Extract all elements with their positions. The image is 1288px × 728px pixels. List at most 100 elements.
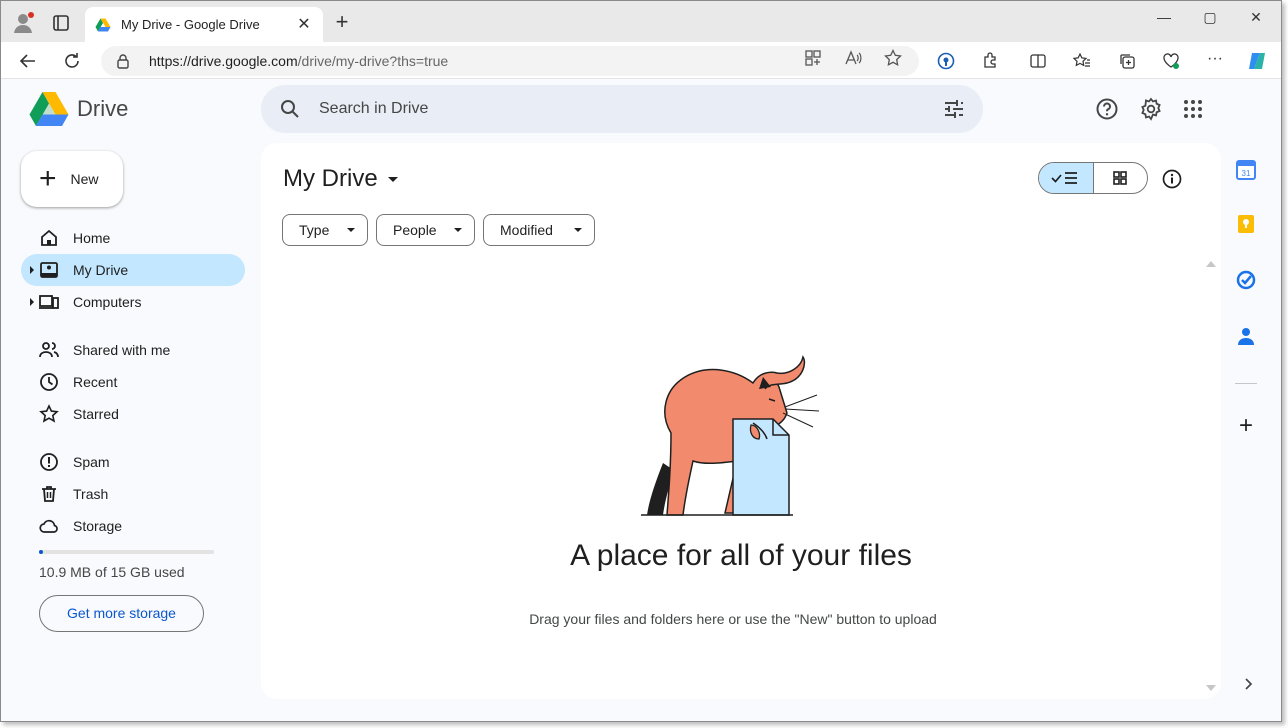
people-filter-chip[interactable]: People — [376, 214, 475, 246]
settings-gear-icon[interactable] — [1139, 97, 1163, 121]
page-title[interactable]: My Drive — [283, 165, 398, 193]
storage-usage-bar — [39, 550, 214, 554]
sidebar-item-recent[interactable]: Recent — [21, 366, 245, 398]
tab-my-drive[interactable]: My Drive - Google Drive ✕ — [85, 7, 323, 42]
view-toggle — [1038, 162, 1148, 194]
storage-usage-text: 10.9 MB of 15 GB used — [39, 564, 185, 580]
browser-essentials-icon[interactable] — [1162, 52, 1180, 70]
tab-bar: My Drive - Google Drive ✕ + — ▢ ✕ — [1, 1, 1281, 42]
svg-text:31: 31 — [1242, 169, 1251, 178]
keep-icon[interactable] — [1235, 213, 1257, 235]
expand-caret-icon[interactable] — [30, 298, 34, 306]
sidebar-item-shared-with-me[interactable]: Shared with me — [21, 334, 245, 366]
scroll-up-arrow-icon[interactable] — [1206, 261, 1216, 267]
drive-logo[interactable]: Drive — [29, 91, 128, 127]
sidebar-item-label: Starred — [73, 406, 119, 422]
modified-filter-chip[interactable]: Modified — [483, 214, 595, 246]
drive-app: Drive A + New Home My Drive — [1, 79, 1257, 721]
sidebar-item-label: Home — [73, 230, 111, 246]
people-icon — [39, 342, 59, 358]
new-button[interactable]: + New — [21, 151, 123, 207]
type-filter-chip[interactable]: Type — [282, 214, 368, 246]
check-list-icon — [1051, 172, 1077, 184]
grid-icon — [1113, 171, 1128, 185]
plus-icon: + — [39, 162, 57, 195]
scroll-down-arrow-icon[interactable] — [1206, 685, 1216, 691]
close-window-button[interactable]: ✕ — [1241, 7, 1271, 27]
page-title-text: My Drive — [283, 165, 378, 192]
info-icon[interactable] — [1161, 168, 1183, 190]
grid-view-button[interactable] — [1094, 163, 1147, 193]
help-icon[interactable] — [1095, 97, 1119, 121]
sidebar-item-label: Recent — [73, 374, 118, 390]
sidebar-item-label: Storage — [73, 518, 123, 534]
password-manager-icon[interactable] — [937, 52, 955, 70]
calendar-icon[interactable]: 31 — [1235, 159, 1257, 181]
sidebar-item-storage[interactable]: Storage — [21, 510, 245, 542]
search-icon[interactable] — [279, 98, 301, 120]
trash-icon — [42, 486, 56, 502]
sidebar-item-label: Spam — [73, 454, 110, 470]
get-more-storage-button[interactable]: Get more storage — [39, 595, 204, 632]
sidebar-item-home[interactable]: Home — [21, 222, 245, 254]
chevron-down-icon — [387, 176, 398, 182]
clock-icon — [40, 373, 58, 391]
spam-icon — [40, 453, 58, 471]
extensions-icon[interactable] — [981, 52, 999, 70]
read-aloud-icon[interactable] — [844, 49, 862, 67]
tab-actions-icon[interactable] — [49, 11, 73, 35]
my-drive-icon — [40, 262, 58, 278]
sidebar-item-label: My Drive — [73, 262, 129, 278]
contacts-icon[interactable] — [1235, 325, 1257, 347]
chevron-right-icon[interactable] — [1241, 677, 1255, 691]
search-options-icon[interactable] — [943, 98, 965, 120]
drive-favicon-icon — [95, 18, 111, 31]
back-icon[interactable] — [17, 50, 39, 72]
maximize-button[interactable]: ▢ — [1195, 7, 1225, 27]
url-path: /drive/my-drive?ths=true — [297, 53, 449, 69]
search-input[interactable] — [319, 100, 943, 118]
app-available-icon[interactable] — [804, 49, 822, 67]
cloud-icon — [39, 519, 58, 533]
expand-caret-icon[interactable] — [30, 266, 34, 274]
computers-icon — [39, 295, 59, 309]
refresh-icon[interactable] — [61, 50, 83, 72]
chevron-down-icon — [347, 228, 355, 232]
google-apps-icon[interactable] — [1181, 97, 1205, 121]
tasks-icon[interactable] — [1235, 269, 1257, 291]
url-host: https://drive.google.com — [149, 53, 298, 69]
browser-window: My Drive - Google Drive ✕ + — ▢ ✕ https:… — [0, 0, 1282, 722]
split-screen-icon[interactable] — [1029, 52, 1047, 70]
sidebar-item-my-drive[interactable]: My Drive — [21, 254, 245, 286]
minimize-button[interactable]: — — [1149, 7, 1179, 27]
sidebar-item-label: Computers — [73, 294, 142, 310]
home-icon — [41, 229, 57, 246]
sidebar-item-trash[interactable]: Trash — [21, 478, 245, 510]
logo-text: Drive — [77, 96, 129, 121]
new-tab-button[interactable]: + — [331, 11, 353, 34]
star-icon — [39, 404, 59, 423]
tab-close-icon[interactable]: ✕ — [295, 16, 313, 34]
sidebar-item-computers[interactable]: Computers — [21, 286, 245, 318]
drive-logo-icon — [29, 92, 69, 126]
empty-state-title: A place for all of your files — [570, 539, 912, 572]
list-view-button[interactable] — [1039, 163, 1094, 193]
collections-icon[interactable] — [1118, 52, 1136, 70]
chip-label: Modified — [500, 222, 553, 238]
sidebar-item-starred[interactable]: Starred — [21, 398, 245, 430]
url-field[interactable]: https://drive.google.com/drive/my-drive?… — [101, 46, 919, 76]
get-add-ons-plus-icon[interactable]: + — [1235, 414, 1257, 438]
sidebar-item-label: Shared with me — [73, 342, 171, 358]
profile-icon[interactable] — [9, 9, 37, 37]
lock-icon[interactable] — [115, 53, 131, 69]
copilot-icon[interactable] — [1246, 50, 1268, 72]
tab-title: My Drive - Google Drive — [121, 17, 260, 32]
side-panel: 31 + — [1221, 79, 1281, 721]
chevron-down-icon — [574, 228, 582, 232]
favorites-icon[interactable] — [1073, 52, 1091, 70]
search-bar[interactable] — [261, 85, 983, 133]
favorite-star-icon[interactable] — [884, 49, 902, 67]
chevron-down-icon — [454, 228, 462, 232]
more-options-icon[interactable]: ··· — [1206, 51, 1224, 70]
sidebar-item-spam[interactable]: Spam — [21, 446, 245, 478]
